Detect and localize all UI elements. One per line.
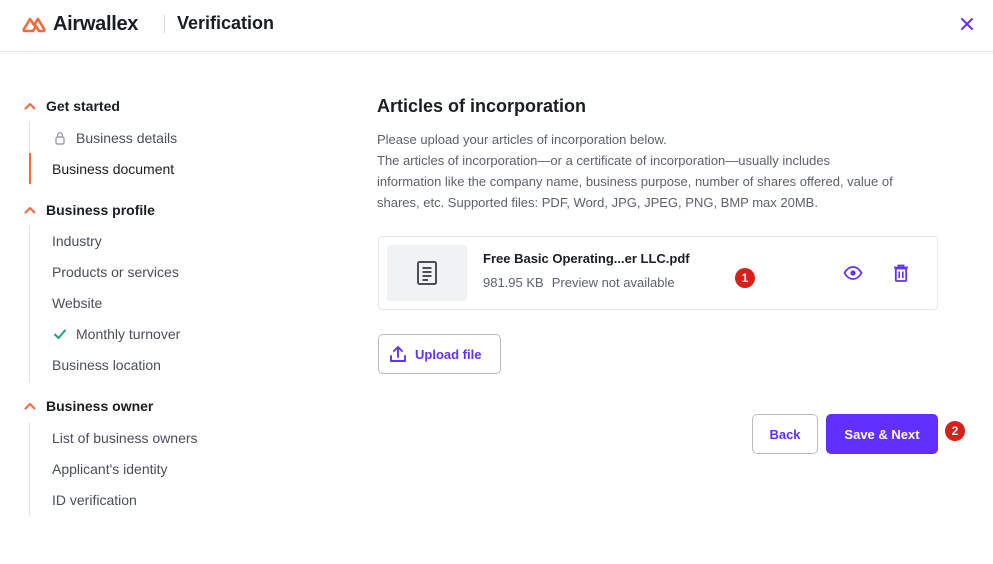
annotation-badge-2: 2	[945, 421, 965, 441]
annotation-badge-1: 1	[735, 268, 755, 288]
upload-file-label: Upload file	[415, 346, 482, 362]
uploaded-file-card: Free Basic Operating...er LLC.pdf 981.95…	[378, 236, 938, 310]
chevron-up-icon	[24, 207, 36, 214]
sidebar-item-industry[interactable]: Industry	[52, 230, 102, 252]
airwallex-logo: Airwallex	[22, 12, 138, 36]
sidebar-item-label: Business location	[52, 357, 161, 373]
sidebar-item-label: Website	[52, 295, 103, 311]
chevron-up-icon	[24, 403, 36, 410]
description-line: information like the company name, busin…	[377, 174, 893, 189]
sidebar-item-label: Business document	[52, 161, 175, 177]
file-thumbnail	[387, 245, 467, 301]
preview-file-button[interactable]	[841, 261, 865, 285]
section-business-profile[interactable]: Business profile	[22, 198, 155, 222]
brand-name: Airwallex	[53, 12, 139, 35]
top-header: Airwallex Verification	[0, 0, 993, 52]
sidebar-item-applicants-identity[interactable]: Applicant's identity	[52, 458, 168, 480]
file-meta: 981.95 KB Preview not available	[483, 275, 675, 290]
upload-file-button[interactable]: Upload file	[378, 334, 501, 374]
delete-file-button[interactable]	[889, 261, 913, 285]
lock-icon	[55, 132, 65, 145]
section-title: Business profile	[46, 202, 155, 218]
upload-icon	[390, 346, 406, 362]
close-button[interactable]	[957, 14, 977, 34]
airwallex-logo-icon	[22, 17, 46, 33]
back-button[interactable]: Back	[752, 414, 818, 454]
file-size: 981.95 KB	[483, 275, 544, 290]
sidebar-item-label: Business details	[76, 130, 178, 146]
active-step-indicator	[29, 153, 31, 184]
description-line: Please upload your articles of incorpora…	[377, 132, 667, 147]
header-divider	[164, 15, 165, 33]
section-business-owner[interactable]: Business owner	[22, 394, 153, 418]
chevron-up-icon	[24, 103, 36, 110]
sidebar-item-label: List of business owners	[52, 430, 198, 446]
sidebar-item-products-or-services[interactable]: Products or services	[52, 261, 179, 283]
preview-status: Preview not available	[551, 275, 675, 290]
section-rail	[29, 226, 30, 382]
description-line: The articles of incorporation—or a certi…	[377, 153, 831, 168]
upload-description: Please upload your articles of incorpora…	[377, 129, 939, 213]
sidebar-item-list-of-business-owners[interactable]: List of business owners	[52, 427, 198, 449]
sidebar-item-monthly-turnover[interactable]: Monthly turnover	[52, 323, 180, 345]
sidebar-item-business-details[interactable]: Business details	[52, 127, 177, 149]
save-and-next-button[interactable]: Save & Next	[826, 414, 938, 454]
sidebar-item-business-document[interactable]: Business document	[52, 158, 174, 180]
section-get-started[interactable]: Get started	[22, 94, 120, 118]
sidebar-item-id-verification[interactable]: ID verification	[52, 489, 137, 511]
description-line: shares, etc. Supported files: PDF, Word,…	[377, 195, 818, 210]
sidebar-item-label: ID verification	[52, 492, 137, 508]
close-icon	[961, 18, 973, 30]
section-title: Get started	[46, 98, 120, 114]
document-icon	[417, 261, 437, 285]
sidebar-item-website[interactable]: Website	[52, 292, 102, 314]
section-rail	[29, 422, 30, 516]
sidebar-item-business-location[interactable]: Business location	[52, 354, 161, 376]
check-icon	[54, 329, 66, 339]
trash-icon	[894, 264, 908, 282]
sidebar-item-label: Industry	[52, 233, 102, 249]
section-heading: Articles of incorporation	[377, 96, 587, 116]
sidebar-item-label: Products or services	[52, 264, 179, 280]
sidebar-item-label: Applicant's identity	[52, 461, 168, 477]
section-title: Business owner	[46, 398, 154, 414]
sidebar-item-label: Monthly turnover	[76, 326, 181, 342]
page-title: Verification	[177, 13, 275, 33]
eye-icon	[843, 266, 863, 280]
file-name: Free Basic Operating...er LLC.pdf	[483, 251, 690, 266]
